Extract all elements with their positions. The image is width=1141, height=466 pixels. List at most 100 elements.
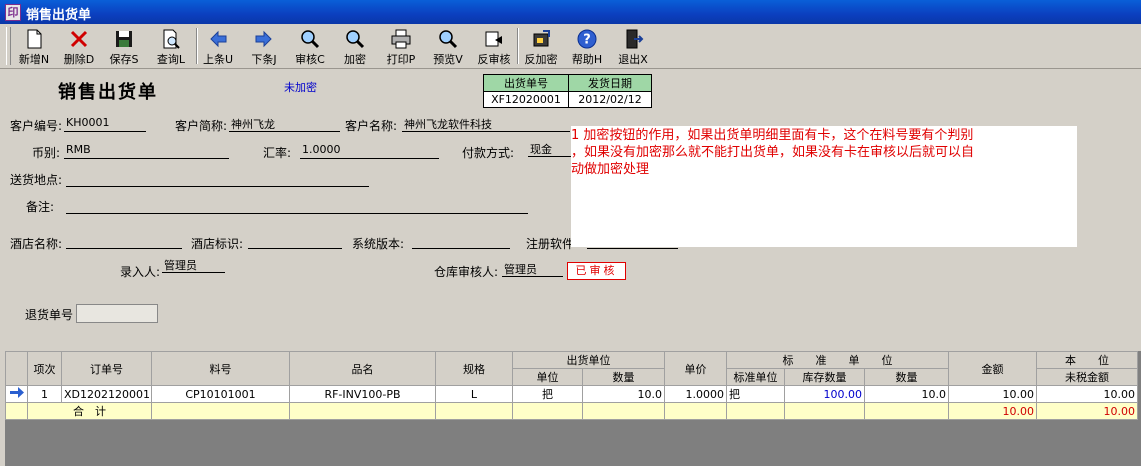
save-button[interactable]: 保存S: [101, 26, 147, 66]
cell-ship-qty[interactable]: 10.0: [582, 385, 665, 403]
app-icon: 印: [5, 4, 21, 21]
customer-name-field[interactable]: 神州飞龙软件科技: [402, 116, 570, 132]
note-line-2: ，如果没有加密那么就不能打出货单，如果没有卡在审核以后就可以自: [571, 145, 975, 160]
total-empty: [726, 402, 785, 420]
help-button[interactable]: ? 帮助H: [564, 26, 610, 66]
encrypt-status: 未加密: [284, 81, 317, 94]
customer-name-label: 客户名称:: [345, 119, 398, 133]
warehouse-auditor-label: 仓库审核人:: [434, 265, 499, 279]
prev-button[interactable]: 上条U: [195, 26, 241, 66]
table-row[interactable]: 1 XD1202120001 CP10101001 RF-INV100-PB L…: [5, 385, 1139, 403]
delete-label: 删除D: [63, 53, 95, 66]
col-group-std-unit: 标 准 单 位: [725, 351, 950, 369]
col-spec: 规格: [435, 351, 513, 386]
preview-button[interactable]: 预览V: [425, 26, 471, 66]
unaudit-button[interactable]: 反审核: [471, 26, 517, 66]
note-line-3: 动做加密处理: [571, 162, 650, 177]
query-button[interactable]: 查询L: [148, 26, 194, 66]
col-ship-unit: 单位: [512, 368, 583, 386]
encrypt-button[interactable]: 加密: [332, 26, 378, 66]
total-empty: [863, 402, 950, 420]
hotel-name-label: 酒店名称:: [10, 237, 63, 251]
date-value[interactable]: 2012/02/12: [568, 91, 652, 108]
decrypt-icon: [533, 30, 550, 47]
return-no-field[interactable]: [76, 304, 158, 323]
window-title: 销售出货单: [26, 8, 92, 23]
svg-text:?: ?: [583, 33, 591, 48]
audit-magnifier-icon: [301, 30, 320, 49]
col-seq: 项次: [27, 351, 62, 386]
col-stock-qty: 库存数量: [784, 368, 865, 386]
cell-order[interactable]: XD1202120001: [61, 385, 152, 403]
col-std-unit: 标准单位: [726, 368, 785, 386]
register-label: 注册软件: [526, 237, 575, 251]
cell-ship-unit[interactable]: 把: [512, 385, 583, 403]
cell-part[interactable]: CP10101001: [151, 385, 290, 403]
entered-by-label: 录入人:: [120, 265, 161, 279]
customer-short-field[interactable]: 神州飞龙: [229, 116, 340, 132]
query-label: 查询L: [156, 53, 186, 66]
cell-stock-qty[interactable]: 100.00: [784, 385, 865, 403]
payment-field[interactable]: 现金: [528, 141, 571, 157]
col-group-base: 本 位: [1036, 351, 1139, 369]
decrypt-label: 反加密: [524, 53, 558, 66]
exit-label: 退出X: [618, 53, 648, 66]
total-empty: [289, 402, 436, 420]
decrypt-button[interactable]: 反加密: [518, 26, 564, 66]
col-order: 订单号: [61, 351, 152, 386]
col-name: 品名: [289, 351, 436, 386]
audit-label: 审核C: [295, 53, 325, 66]
audit-button[interactable]: 审核C: [287, 26, 333, 66]
row-selector-header: [5, 351, 28, 386]
warehouse-auditor-field[interactable]: 管理员: [502, 261, 563, 277]
hotel-name-field[interactable]: [66, 233, 182, 249]
new-button[interactable]: 新增N: [11, 26, 57, 66]
entered-by-field[interactable]: 管理员: [162, 257, 225, 273]
hotel-id-field[interactable]: [248, 233, 342, 249]
delete-x-icon: [70, 30, 88, 48]
arrow-right-icon: [255, 30, 272, 48]
exit-door-icon: [626, 29, 644, 49]
sys-version-field[interactable]: [412, 233, 510, 249]
encrypt-magnifier-icon: [346, 30, 365, 49]
currency-field[interactable]: RMB: [64, 143, 229, 159]
row-pointer-icon: [9, 387, 24, 398]
col-group-ship-unit: 出货单位: [512, 351, 665, 369]
return-no-label: 退货单号: [25, 308, 74, 322]
print-button[interactable]: 打印P: [378, 26, 424, 66]
total-selector: [5, 402, 28, 420]
cell-spec[interactable]: L: [435, 385, 513, 403]
total-empty: [582, 402, 665, 420]
cell-name[interactable]: RF-INV100-PB: [289, 385, 436, 403]
sys-version-label: 系统版本:: [352, 237, 405, 251]
customer-code-field[interactable]: KH0001: [64, 116, 146, 132]
preview-label: 预览V: [433, 53, 463, 66]
rate-field[interactable]: 1.0000: [300, 143, 439, 159]
total-empty: [151, 402, 290, 420]
next-label: 下条J: [251, 53, 277, 66]
cell-seq[interactable]: 1: [27, 385, 62, 403]
total-empty: [512, 402, 583, 420]
address-field[interactable]: [66, 171, 369, 187]
exit-button[interactable]: 退出X: [610, 26, 656, 66]
cell-price[interactable]: 1.0000: [664, 385, 727, 403]
form-title: 销售出货单: [58, 82, 158, 103]
next-button[interactable]: 下条J: [241, 26, 287, 66]
note-line-1: 1 加密按钮的作用，如果出货单明细里面有卡，这个在料号要有个判别: [571, 128, 974, 143]
cell-amount[interactable]: 10.00: [948, 385, 1038, 403]
payment-label: 付款方式:: [462, 146, 515, 160]
order-no-value[interactable]: XF12020001: [483, 91, 569, 108]
address-label: 送货地点:: [10, 173, 63, 187]
cell-std-qty[interactable]: 10.0: [863, 385, 950, 403]
delete-button[interactable]: 删除D: [56, 26, 102, 66]
total-row: 合 计 10.00 10.00: [5, 402, 1139, 420]
date-header: 发货日期: [568, 74, 652, 92]
total-empty: [784, 402, 865, 420]
help-question-icon: ?: [577, 29, 597, 49]
unaudit-icon: [485, 31, 502, 47]
cell-untaxed[interactable]: 10.00: [1036, 385, 1139, 403]
remark-field[interactable]: [66, 198, 528, 214]
save-label: 保存S: [109, 53, 139, 66]
row-pointer[interactable]: [5, 385, 28, 403]
cell-std-unit[interactable]: 把: [726, 385, 785, 403]
